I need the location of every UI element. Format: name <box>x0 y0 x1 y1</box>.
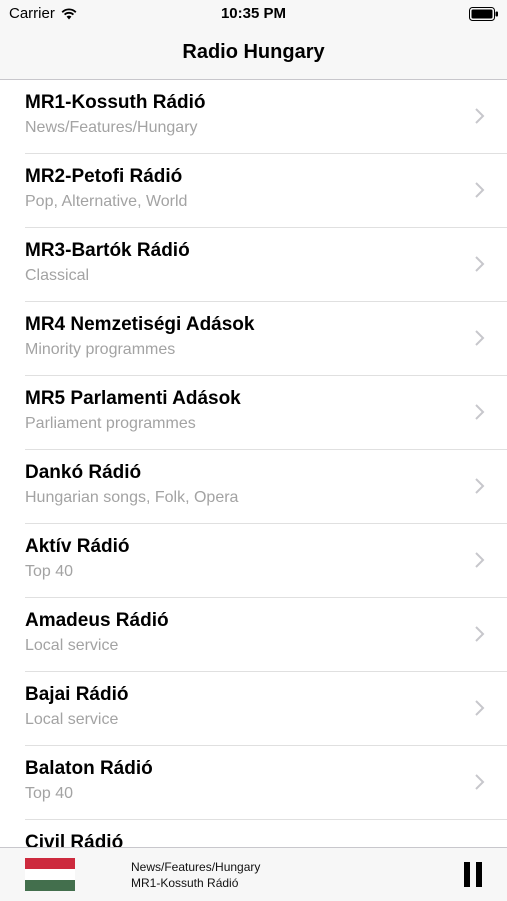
station-row[interactable]: Bajai Rádió Local service <box>25 672 507 746</box>
chevron-right-icon <box>475 330 485 346</box>
station-name: Civil Rádió <box>25 832 124 847</box>
station-genre: Top 40 <box>25 563 74 580</box>
station-name: MR4 Nemzetiségi Adások <box>25 314 255 335</box>
station-name: Amadeus Rádió <box>25 610 169 631</box>
station-genre: News/Features/Hungary <box>25 119 198 136</box>
now-playing-info: News/Features/Hungary MR1-Kossuth Rádió <box>131 859 260 891</box>
station-genre: Local service <box>25 711 119 728</box>
station-genre: Top 40 <box>25 785 74 802</box>
station-row[interactable]: Dankó Rádió Hungarian songs, Folk, Opera <box>25 450 507 524</box>
station-row[interactable]: MR4 Nemzetiségi Adások Minority programme… <box>25 302 507 376</box>
now-playing-genre: News/Features/Hungary <box>131 860 261 874</box>
station-row[interactable]: Civil Rádió <box>25 820 507 847</box>
station-name: Aktív Rádió <box>25 536 130 557</box>
station-name: MR2-Petofi Rádió <box>25 166 183 187</box>
station-name: Bajai Rádió <box>25 684 129 705</box>
chevron-right-icon <box>475 774 485 790</box>
now-playing-bar[interactable]: News/Features/Hungary MR1-Kossuth Rádió <box>0 847 507 901</box>
station-row[interactable]: Aktív Rádió Top 40 <box>25 524 507 598</box>
chevron-right-icon <box>475 256 485 272</box>
chevron-right-icon <box>475 700 485 716</box>
station-genre: Pop, Alternative, World <box>25 193 188 210</box>
station-genre: Local service <box>25 637 119 654</box>
chevron-right-icon <box>475 626 485 642</box>
now-playing-station: MR1-Kossuth Rádió <box>131 876 239 890</box>
station-row[interactable]: Balaton Rádió Top 40 <box>25 746 507 820</box>
chevron-right-icon <box>475 404 485 420</box>
station-name: MR1-Kossuth Rádió <box>25 92 206 113</box>
station-genre: Hungarian songs, Folk, Opera <box>25 489 239 506</box>
station-row[interactable]: MR1-Kossuth Rádió News/Features/Hungary <box>25 80 507 154</box>
chevron-right-icon <box>475 108 485 124</box>
hungary-flag-icon <box>25 858 75 891</box>
station-row[interactable]: MR2-Petofi Rádió Pop, Alternative, World <box>25 154 507 228</box>
station-list[interactable]: MR1-Kossuth Rádió News/Features/Hungary MR… <box>0 80 507 847</box>
navigation-bar: Radio Hungary <box>0 30 507 80</box>
status-time: 10:35 PM <box>220 5 287 22</box>
chevron-right-icon <box>475 182 485 198</box>
status-bar: Carrier 10:35 PM <box>0 0 507 30</box>
page-title: Radio Hungary <box>182 41 325 63</box>
station-genre: Classical <box>25 267 90 284</box>
station-row[interactable]: MR3-Bartók Rádió Classical <box>25 228 507 302</box>
station-genre: Minority programmes <box>25 341 176 358</box>
station-name: MR3-Bartók Rádió <box>25 240 190 261</box>
station-name: Balaton Rádió <box>25 758 153 779</box>
station-genre: Parliament programmes <box>25 415 196 432</box>
station-name: MR5 Parlamenti Adások <box>25 388 241 409</box>
station-row[interactable]: MR5 Parlamenti Adások Parliament programm… <box>25 376 507 450</box>
battery-icon <box>469 7 499 26</box>
station-name: Dankó Rádió <box>25 462 142 483</box>
station-row[interactable]: Amadeus Rádió Local service <box>25 598 507 672</box>
pause-icon[interactable] <box>463 862 483 887</box>
chevron-right-icon <box>475 478 485 494</box>
chevron-right-icon <box>475 552 485 568</box>
